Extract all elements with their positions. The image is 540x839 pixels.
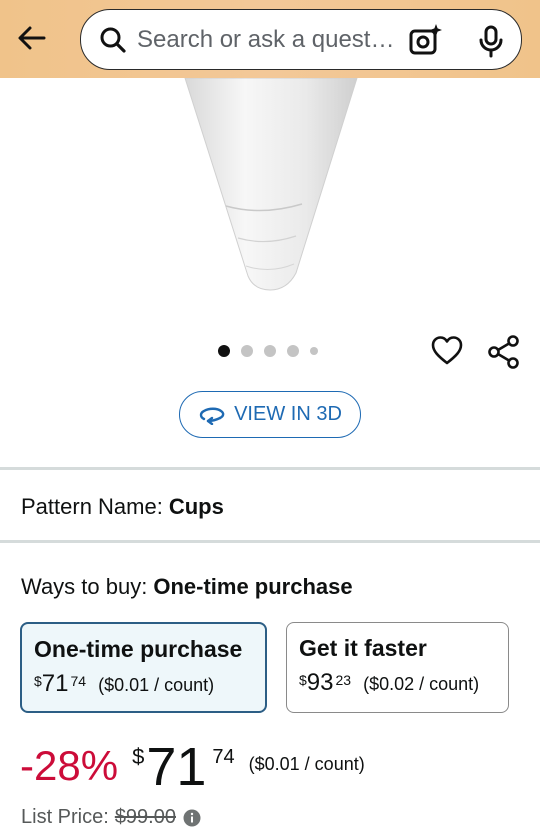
ways-to-buy-label: Ways to buy:: [21, 574, 148, 599]
list-price-row: List Price: $99.00: [21, 806, 201, 829]
search-icon: [99, 26, 127, 54]
carousel-dot[interactable]: [241, 345, 253, 357]
option-price-whole: 71: [41, 670, 69, 697]
paper-cone-cup-image: [184, 77, 358, 291]
price-currency: $: [132, 744, 145, 769]
option-unit-price: ($0.02 / count): [363, 674, 480, 694]
rotate-3d-icon: [199, 407, 225, 425]
camera-search-button[interactable]: [407, 23, 443, 59]
top-bar: [0, 0, 540, 78]
option-currency: $: [299, 672, 307, 688]
heart-icon: [431, 336, 463, 365]
option-price-fraction: 23: [335, 672, 352, 688]
option-price: $ 71 74 ($0.01 / count): [34, 671, 265, 697]
option-unit-price: ($0.01 / count): [98, 675, 215, 695]
add-to-wishlist-button[interactable]: [430, 334, 464, 368]
back-button[interactable]: [14, 20, 50, 56]
image-carousel-dots: [218, 344, 318, 358]
price-whole: 71: [146, 737, 207, 797]
option-price-whole: 93: [306, 669, 334, 696]
option-title: Get it faster: [299, 635, 427, 661]
voice-search-button[interactable]: [473, 23, 509, 59]
discount-percent: -28%: [20, 742, 119, 789]
camera-sparkle-icon: [409, 24, 442, 55]
purchase-option-get-it-faster[interactable]: Get it faster $ 93 23 ($0.02 / count): [286, 622, 509, 713]
list-price-value: $99.00: [114, 806, 176, 828]
ways-to-buy-row: Ways to buy: One-time purchase: [21, 574, 353, 600]
view-in-3d-button[interactable]: VIEW IN 3D: [179, 391, 361, 438]
pattern-name-value: Cups: [168, 494, 224, 519]
option-currency: $: [34, 673, 42, 689]
view-in-3d-label: VIEW IN 3D: [234, 403, 342, 425]
search-bar[interactable]: [80, 9, 522, 70]
carousel-dot[interactable]: [218, 345, 230, 357]
pattern-name-label: Pattern Name:: [21, 494, 163, 519]
product-image[interactable]: [0, 77, 540, 328]
purchase-option-one-time[interactable]: One-time purchase $ 71 74 ($0.01 / count…: [20, 622, 267, 713]
search-input[interactable]: [137, 25, 399, 54]
carousel-dot[interactable]: [287, 345, 299, 357]
microphone-icon: [479, 25, 503, 58]
section-divider: [0, 540, 540, 543]
unit-price: ($0.01 / count): [248, 754, 365, 774]
ways-to-buy-value: One-time purchase: [153, 574, 353, 599]
section-divider: [0, 467, 540, 470]
option-price-fraction: 74: [70, 673, 87, 689]
price-fraction: 74: [212, 746, 235, 768]
share-button[interactable]: [486, 334, 522, 370]
list-price-label: List Price:: [21, 806, 109, 828]
option-price: $ 93 23 ($0.02 / count): [299, 670, 508, 696]
main-price: -28% $ 71 74 ($0.01 / count): [20, 738, 365, 798]
carousel-dot[interactable]: [310, 347, 318, 355]
option-title: One-time purchase: [34, 636, 243, 662]
pattern-name-row: Pattern Name: Cups: [21, 494, 224, 520]
share-icon: [488, 335, 519, 369]
carousel-dot[interactable]: [264, 345, 276, 357]
back-arrow-icon: [18, 26, 46, 50]
info-icon[interactable]: [183, 809, 201, 827]
